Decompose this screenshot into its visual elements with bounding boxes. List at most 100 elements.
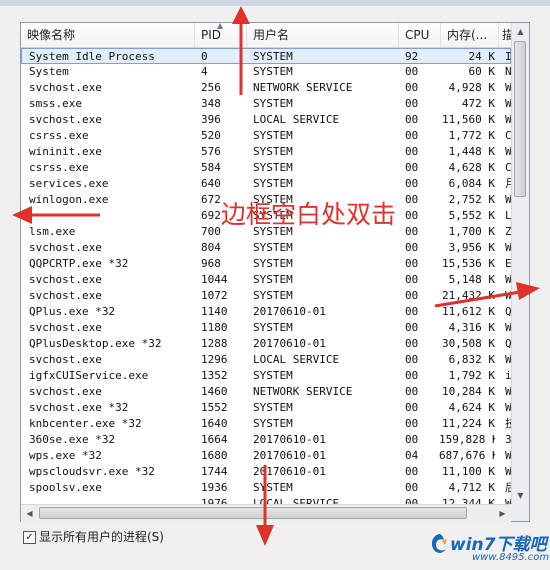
table-row[interactable]: svchost.exe 1072 SYSTEM 00 21,432 KW bbox=[21, 288, 511, 304]
scroll-left-arrow-icon[interactable]: ◀ bbox=[21, 505, 38, 522]
pid-cell: 1680 bbox=[201, 449, 228, 462]
image-name-cell: svchost.exe bbox=[29, 385, 102, 398]
table-row[interactable]: csrss.exe 584 SYSTEM 00 4,628 KC bbox=[21, 160, 511, 176]
image-name-cell: svchost.exe bbox=[29, 289, 102, 302]
column-header-image-name[interactable]: 映像名称 bbox=[21, 23, 195, 47]
pid-cell: 1072 bbox=[201, 289, 228, 302]
user-name-cell: SYSTEM bbox=[253, 177, 293, 190]
image-name-cell: 360se.exe *32 bbox=[29, 433, 116, 446]
show-all-users-label[interactable]: 显示所有用户的进程(S) bbox=[39, 528, 164, 545]
user-name-cell: SYSTEM bbox=[253, 50, 293, 63]
memory-cell: 472 K bbox=[461, 97, 495, 110]
memory-cell: 1,448 K bbox=[448, 145, 495, 158]
pid-cell: 4 bbox=[201, 65, 208, 78]
table-row[interactable]: svchost.exe 256 NETWORK SERVICE 00 4,928 KW bbox=[21, 80, 511, 96]
sort-ascending-icon: ▲ bbox=[217, 21, 224, 30]
vertical-scroll-thumb[interactable] bbox=[514, 41, 526, 197]
table-row[interactable]: spoolsv.exe 1936 SYSTEM 00 4,712 K后 bbox=[21, 480, 511, 496]
memory-cell: 1,772 K bbox=[448, 129, 495, 142]
image-name-cell: services.exe bbox=[29, 177, 109, 190]
pid-cell: 256 bbox=[201, 81, 221, 94]
cpu-cell: 00 bbox=[405, 433, 419, 446]
table-row[interactable]: QQPCRTP.exe *32 968 SYSTEM 00 15,536 KE bbox=[21, 256, 511, 272]
table-row[interactable]: svchost.exe 396 LOCAL SERVICE 00 11,560 KW bbox=[21, 112, 511, 128]
user-name-cell: SYSTEM bbox=[253, 257, 293, 270]
image-name-cell: svchost.exe bbox=[29, 321, 102, 334]
user-name-cell: SYSTEM bbox=[253, 65, 293, 78]
table-row[interactable]: svchost.exe 1180 SYSTEM 00 4,316 KW bbox=[21, 320, 511, 336]
annotation-text: 边框空白处双击 bbox=[221, 200, 397, 229]
memory-cell: 687,676 K bbox=[439, 449, 495, 462]
image-name-cell: wininit.exe bbox=[29, 145, 102, 158]
pid-cell: 520 bbox=[201, 129, 221, 142]
column-header-memory[interactable]: 内存(... bbox=[441, 23, 499, 47]
image-name-cell: System Idle Process bbox=[29, 50, 155, 63]
table-row[interactable]: wpscloudsvr.exe *32 1744 20170610-01 00 11,1… bbox=[21, 464, 511, 480]
table-row[interactable]: services.exe 640 SYSTEM 00 6,084 K月 bbox=[21, 176, 511, 192]
cpu-cell: 00 bbox=[405, 337, 419, 350]
image-name-cell: QPlus.exe *32 bbox=[29, 305, 116, 318]
cpu-cell: 00 bbox=[405, 385, 419, 398]
watermark-url: www.8495.com bbox=[472, 552, 550, 563]
scroll-up-arrow-icon[interactable]: ▲ bbox=[512, 23, 529, 40]
table-row[interactable]: svchost.exe 1296 LOCAL SERVICE 00 6,832 KW bbox=[21, 352, 511, 368]
user-name-cell: SYSTEM bbox=[253, 417, 293, 430]
horizontal-scrollbar[interactable]: ◀ ▶ bbox=[21, 504, 511, 522]
pid-cell: 640 bbox=[201, 177, 221, 190]
memory-cell: 4,928 K bbox=[448, 81, 495, 94]
cpu-cell: 00 bbox=[405, 177, 419, 190]
table-row[interactable]: wininit.exe 576 SYSTEM 00 1,448 KW bbox=[21, 144, 511, 160]
cpu-cell: 00 bbox=[405, 113, 419, 126]
memory-cell: 30,508 K bbox=[442, 337, 495, 350]
table-row[interactable]: 1976 LOCAL SERVICE 00 12,344 KW bbox=[21, 496, 511, 504]
user-name-cell: 20170610-01 bbox=[253, 465, 326, 478]
cpu-cell: 00 bbox=[405, 129, 419, 142]
user-name-cell: NETWORK SERVICE bbox=[253, 81, 353, 94]
user-name-cell: SYSTEM bbox=[253, 161, 293, 174]
column-header-user-name[interactable]: 用户名 bbox=[247, 23, 399, 47]
memory-cell: 6,832 K bbox=[448, 353, 495, 366]
column-header-cpu[interactable]: CPU bbox=[399, 23, 441, 47]
table-row[interactable]: igfxCUIService.exe 1352 SYSTEM 00 1,792 Ki bbox=[21, 368, 511, 384]
user-name-cell: 20170610-01 bbox=[253, 305, 326, 318]
memory-cell: 11,612 K bbox=[442, 305, 495, 318]
pid-cell: 1460 bbox=[201, 385, 228, 398]
table-row[interactable]: smss.exe 348 SYSTEM 00 472 KW bbox=[21, 96, 511, 112]
scroll-down-arrow-icon[interactable]: ▼ bbox=[512, 487, 529, 504]
horizontal-scroll-thumb[interactable] bbox=[39, 507, 467, 519]
table-row[interactable]: 360se.exe *32 1664 20170610-01 00 159,828 K3 bbox=[21, 432, 511, 448]
user-name-cell: SYSTEM bbox=[253, 289, 293, 302]
table-row[interactable]: svchost.exe *32 1552 SYSTEM 00 4,624 KW bbox=[21, 400, 511, 416]
table-row[interactable]: QPlus.exe *32 1140 20170610-01 00 11,612 KQ bbox=[21, 304, 511, 320]
cpu-cell: 00 bbox=[405, 289, 419, 302]
cpu-cell: 00 bbox=[405, 193, 419, 206]
image-name-cell: QPlusDesktop.exe *32 bbox=[29, 337, 162, 350]
image-name-cell: csrss.exe bbox=[29, 129, 89, 142]
scrollbar-corner bbox=[511, 504, 529, 521]
image-name-cell: spoolsv.exe bbox=[29, 481, 102, 494]
image-name-cell: wps.exe *32 bbox=[29, 449, 102, 462]
memory-cell: 15,536 K bbox=[442, 257, 495, 270]
user-name-cell: SYSTEM bbox=[253, 241, 293, 254]
cpu-cell: 00 bbox=[405, 353, 419, 366]
pid-cell: 804 bbox=[201, 241, 221, 254]
image-name-cell: igfxCUIService.exe bbox=[29, 369, 149, 382]
vertical-scrollbar[interactable]: ▲ ▼ bbox=[511, 23, 529, 504]
pid-cell: 396 bbox=[201, 113, 221, 126]
memory-cell: 2,752 K bbox=[448, 193, 495, 206]
table-row-selected[interactable]: System Idle Process 0 SYSTEM 92 24 KI bbox=[21, 48, 511, 64]
table-row[interactable]: svchost.exe 804 SYSTEM 00 3,956 KW bbox=[21, 240, 511, 256]
table-row[interactable]: svchost.exe 1460 NETWORK SERVICE 00 10,284 K… bbox=[21, 384, 511, 400]
table-row[interactable]: System 4 SYSTEM 00 60 KN bbox=[21, 64, 511, 80]
image-name-cell: svchost.exe bbox=[29, 241, 102, 254]
table-row[interactable]: QPlusDesktop.exe *32 1288 20170610-01 00 30,… bbox=[21, 336, 511, 352]
scroll-right-arrow-icon[interactable]: ▶ bbox=[494, 505, 511, 522]
table-row[interactable]: knbcenter.exe *32 1640 SYSTEM 00 11,224 K技 bbox=[21, 416, 511, 432]
show-all-users-checkbox[interactable]: ✓ bbox=[23, 531, 36, 544]
memory-cell: 1,700 K bbox=[448, 225, 495, 238]
table-row[interactable]: svchost.exe 1044 SYSTEM 00 5,148 KW bbox=[21, 272, 511, 288]
memory-cell: 11,100 K bbox=[442, 465, 495, 478]
image-name-cell bbox=[29, 208, 197, 224]
table-row[interactable]: wps.exe *32 1680 20170610-01 04 687,676 KW bbox=[21, 448, 511, 464]
table-row[interactable]: csrss.exe 520 SYSTEM 00 1,772 KC bbox=[21, 128, 511, 144]
